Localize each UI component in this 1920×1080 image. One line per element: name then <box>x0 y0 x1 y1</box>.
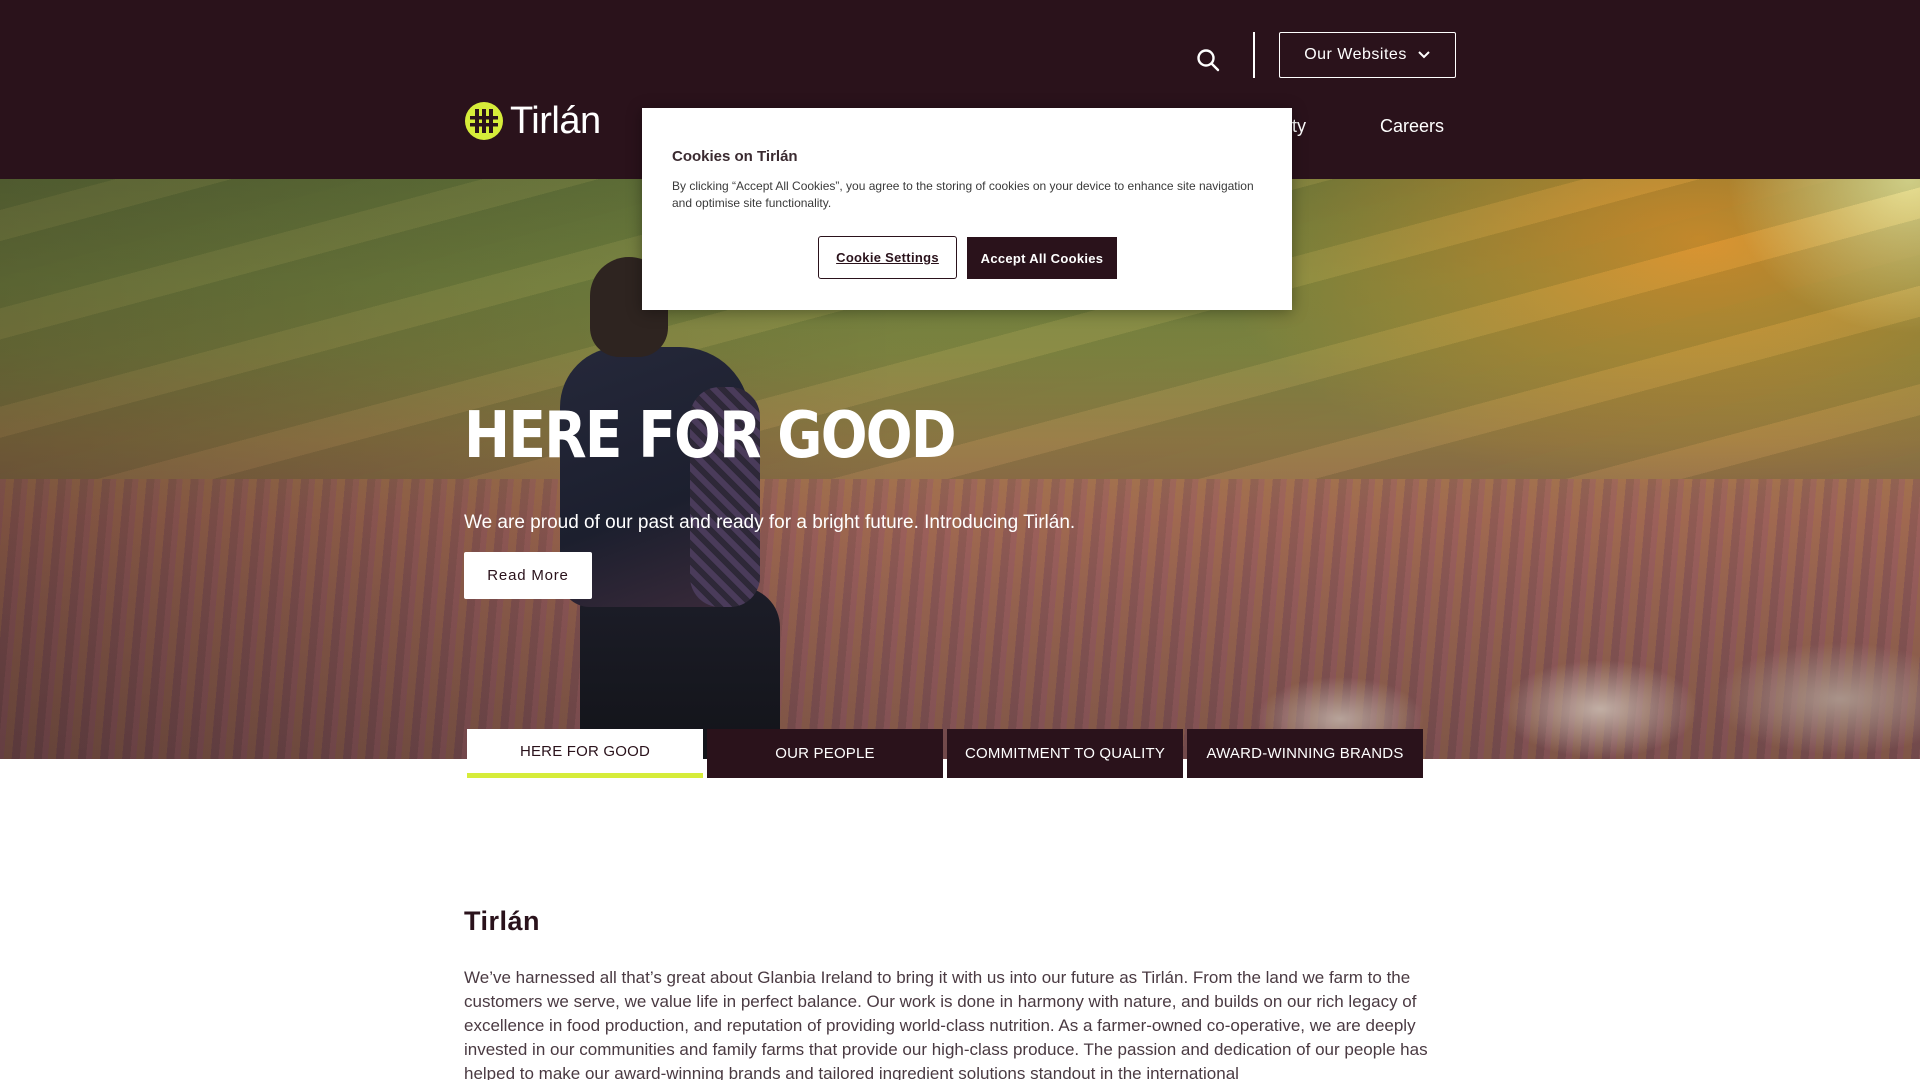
accept-all-cookies-button[interactable]: Accept All Cookies <box>967 237 1117 279</box>
tirlan-logo[interactable]: Tirlán <box>464 100 601 142</box>
search-icon <box>1197 49 1220 72</box>
our-websites-dropdown[interactable]: Our Websites <box>1279 32 1456 78</box>
hero-person-image <box>560 257 800 759</box>
chevron-down-icon <box>1418 51 1430 59</box>
header-divider <box>1253 32 1255 78</box>
logo-mark-icon <box>465 102 503 140</box>
hero-title: HERE FOR GOOD <box>464 399 957 473</box>
section-title: Tirlán <box>464 906 541 936</box>
tab-our-people[interactable]: OUR PEOPLE <box>707 729 943 778</box>
cookie-banner: Cookies on Tirlán By clicking “Accept Al… <box>642 108 1292 310</box>
our-websites-label: Our Websites <box>1304 46 1407 63</box>
logo-text: Tirlán <box>510 100 601 142</box>
tab-here-for-good[interactable]: HERE FOR GOOD <box>467 729 703 778</box>
nav-item-careers[interactable]: Careers <box>1380 116 1444 136</box>
cookie-banner-title: Cookies on Tirlán <box>672 148 798 165</box>
search-button[interactable] <box>1192 44 1224 76</box>
hero-tabs: HERE FOR GOOD OUR PEOPLE COMMITMENT TO Q… <box>467 729 1423 779</box>
tab-award-winning-brands[interactable]: AWARD-WINNING BRANDS <box>1187 729 1423 778</box>
section-body: We’ve harnessed all that’s great about G… <box>464 968 1428 1080</box>
hero-subtitle: We are proud of our past and ready for a… <box>464 512 1076 533</box>
read-more-button[interactable]: Read More <box>464 552 592 599</box>
tab-commitment-to-quality[interactable]: COMMITMENT TO QUALITY <box>947 729 1183 778</box>
cookie-banner-text: By clicking “Accept All Cookies”, you ag… <box>672 179 1254 210</box>
cookie-settings-button[interactable]: Cookie Settings <box>818 236 957 279</box>
